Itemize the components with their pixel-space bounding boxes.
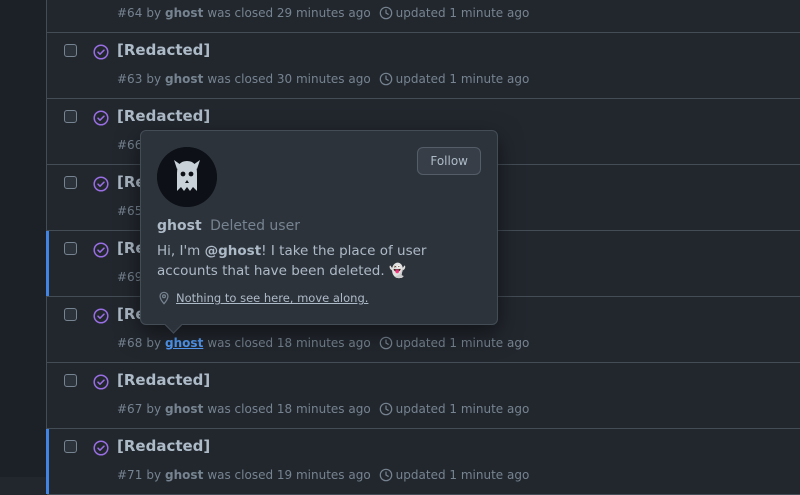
issue-by: by: [146, 72, 162, 86]
follow-button[interactable]: Follow: [417, 147, 481, 175]
row-checkbox[interactable]: [64, 374, 77, 387]
issue-meta: #63 by ghost was closed 30 minutes ago u…: [117, 72, 529, 86]
issue-closed-icon: [93, 308, 109, 324]
issue-row-64[interactable]: #64 by ghost was closed 29 minutes ago u…: [47, 0, 800, 33]
issue-meta: #71 by ghost was closed 19 minutes ago u…: [117, 468, 529, 482]
issue-author-link[interactable]: ghost: [165, 336, 203, 350]
issue-title-link[interactable]: [Redacted]: [117, 41, 210, 59]
issue-number: #65: [117, 204, 143, 218]
issue-updated-text: updated 1 minute ago: [395, 336, 530, 350]
issue-meta: #68 by ghost was closed 18 minutes ago u…: [117, 336, 529, 350]
issue-meta: #65: [117, 204, 142, 218]
issue-number: #64: [117, 6, 143, 20]
hovercard-subtitle: Deleted user: [210, 218, 300, 234]
issue-title-link[interactable]: [Redacted]: [117, 371, 210, 389]
row-checkbox[interactable]: [64, 440, 77, 453]
issue-by: by: [146, 6, 162, 20]
issue-row-67[interactable]: [Redacted] #67 by ghost was closed 18 mi…: [47, 363, 800, 429]
issue-status-text: was closed 18 minutes ago: [207, 336, 371, 350]
bio-prefix: Hi, I'm: [157, 243, 205, 259]
issue-closed-icon: [93, 242, 109, 258]
issue-closed-icon: [93, 440, 109, 456]
issue-meta: #67 by ghost was closed 18 minutes ago u…: [117, 402, 529, 416]
issue-closed-icon: [93, 44, 109, 60]
issue-number: #71: [117, 468, 143, 482]
left-gutter: [0, 0, 46, 477]
issue-meta: #66: [117, 138, 142, 152]
row-checkbox[interactable]: [64, 44, 77, 57]
hovercard-login-link[interactable]: ghost: [157, 218, 202, 234]
issue-by: by: [146, 468, 162, 482]
user-hovercard: Follow ghost Deleted user Hi, I'm @ghost…: [140, 130, 498, 334]
issue-number: #66: [117, 138, 143, 152]
issue-meta: #64 by ghost was closed 29 minutes ago u…: [117, 6, 529, 20]
row-checkbox[interactable]: [64, 242, 77, 255]
issue-meta: #69: [117, 270, 142, 284]
issue-updated-text: updated 1 minute ago: [395, 468, 530, 482]
issue-status-text: was closed 29 minutes ago: [207, 6, 371, 20]
issue-row-63[interactable]: [Redacted] #63 by ghost was closed 30 mi…: [47, 33, 800, 99]
issue-closed-icon: [93, 110, 109, 126]
hovercard-name: ghost Deleted user: [157, 218, 300, 234]
avatar[interactable]: [157, 147, 217, 207]
issue-title-link[interactable]: [Redacted]: [117, 437, 210, 455]
issue-number: #63: [117, 72, 143, 86]
ghost-avatar-icon: [157, 147, 217, 207]
issue-closed-icon: [93, 374, 109, 390]
issue-number: #67: [117, 402, 143, 416]
issue-updated-text: updated 1 minute ago: [395, 402, 530, 416]
issue-closed-icon: [93, 176, 109, 192]
issue-number: #68: [117, 336, 143, 350]
issue-updated-text: updated 1 minute ago: [395, 72, 530, 86]
hovercard-location: Nothing to see here, move along.: [157, 291, 368, 305]
issue-status-text: was closed 30 minutes ago: [207, 72, 371, 86]
issue-by: by: [146, 336, 162, 350]
location-link[interactable]: Nothing to see here, move along.: [176, 291, 368, 305]
issue-author-link[interactable]: ghost: [165, 402, 203, 416]
issue-author-link[interactable]: ghost: [165, 6, 203, 20]
issue-title-link[interactable]: [Redacted]: [117, 107, 210, 125]
issue-status-text: was closed 19 minutes ago: [207, 468, 371, 482]
issue-author-link[interactable]: ghost: [165, 468, 203, 482]
clock-icon: [379, 336, 392, 350]
issue-author-link[interactable]: ghost: [165, 72, 203, 86]
issue-number: #69: [117, 270, 143, 284]
issue-status-text: was closed 18 minutes ago: [207, 402, 371, 416]
issue-row-71[interactable]: [Redacted] #71 by ghost was closed 19 mi…: [46, 429, 800, 495]
issue-by: by: [146, 402, 162, 416]
bio-handle: @ghost: [204, 243, 262, 259]
location-icon: [159, 291, 169, 305]
clock-icon: [379, 6, 392, 20]
row-checkbox[interactable]: [64, 176, 77, 189]
issue-updated-text: updated 1 minute ago: [395, 6, 530, 20]
hovercard-bio: Hi, I'm @ghost! I take the place of user…: [157, 241, 487, 281]
row-checkbox[interactable]: [64, 308, 77, 321]
row-checkbox[interactable]: [64, 110, 77, 123]
clock-icon: [379, 402, 392, 416]
clock-icon: [379, 468, 392, 482]
clock-icon: [379, 72, 392, 86]
